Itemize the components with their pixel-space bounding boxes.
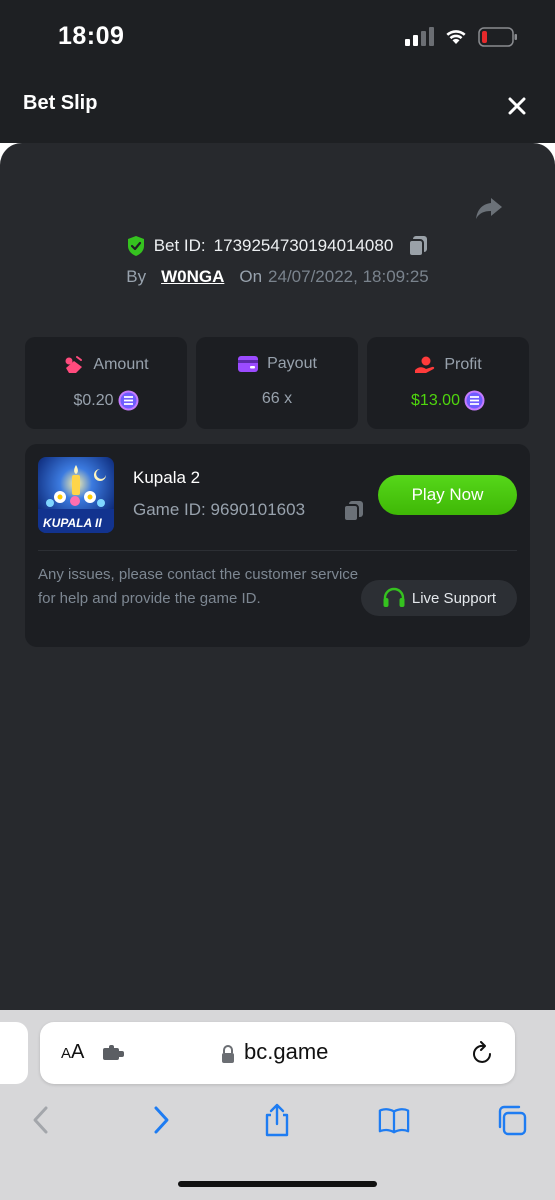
previous-tab-preview[interactable] bbox=[0, 1022, 28, 1084]
live-support-button[interactable]: Live Support bbox=[361, 580, 517, 616]
copy-icon[interactable] bbox=[407, 235, 429, 257]
divider bbox=[38, 550, 517, 551]
payout-card: Payout 66 x bbox=[196, 337, 358, 429]
game-id-row: Game ID: 9690101603 bbox=[133, 500, 305, 520]
url-text: bc.game bbox=[244, 1039, 329, 1064]
bet-date: 24/07/2022, 18:09:25 bbox=[268, 267, 429, 286]
amount-label: Amount bbox=[93, 356, 149, 373]
close-icon[interactable] bbox=[503, 92, 531, 120]
profit-label: Profit bbox=[444, 356, 482, 373]
thumbnail-title: KUPALA II bbox=[43, 516, 102, 530]
amount-card: Amount $0.20 bbox=[25, 337, 187, 429]
text-size-button[interactable]: AA bbox=[61, 1041, 84, 1064]
by-label: By bbox=[126, 267, 147, 286]
game-id-value: 9690101603 bbox=[210, 500, 306, 519]
bookmarks-icon[interactable] bbox=[378, 1103, 410, 1137]
play-now-button[interactable]: Play Now bbox=[378, 475, 517, 515]
shield-check-icon bbox=[127, 236, 144, 256]
aa-large: A bbox=[71, 1041, 85, 1063]
signal-icon bbox=[405, 27, 434, 46]
profit-value: $13.00 bbox=[411, 391, 460, 409]
game-thumbnail[interactable]: KUPALA II bbox=[38, 457, 114, 533]
tabs-icon[interactable] bbox=[496, 1103, 528, 1137]
on-label: On bbox=[239, 267, 263, 286]
extension-icon[interactable] bbox=[102, 1044, 126, 1064]
bet-id-label: Bet ID: bbox=[153, 236, 206, 255]
forward-icon[interactable] bbox=[145, 1103, 177, 1137]
payout-label: Payout bbox=[267, 355, 317, 372]
share-sheet-icon[interactable] bbox=[261, 1103, 293, 1137]
home-indicator bbox=[178, 1181, 377, 1187]
coin-icon bbox=[464, 390, 485, 411]
back-icon[interactable] bbox=[25, 1103, 57, 1137]
amount-icon bbox=[65, 356, 83, 373]
game-card: KUPALA II Kupala 2 Game ID: 9690101603 P… bbox=[25, 444, 530, 647]
username-link[interactable]: W0NGA bbox=[161, 267, 224, 287]
game-name: Kupala 2 bbox=[133, 468, 201, 487]
profit-icon bbox=[415, 356, 435, 373]
profit-card: Profit $13.00 bbox=[367, 337, 529, 429]
battery-low-icon bbox=[478, 27, 517, 47]
live-support-label: Live Support bbox=[411, 589, 497, 607]
support-note: Any issues, please contact the customer … bbox=[38, 566, 359, 607]
bet-id-value: 1739254730194014080 bbox=[213, 236, 394, 255]
lock-icon bbox=[222, 1045, 234, 1063]
kupala-thumbnail-image: KUPALA II bbox=[38, 457, 114, 533]
header: Bet Slip bbox=[0, 67, 555, 143]
bet-id-row: Bet ID: 1739254730194014080 bbox=[0, 232, 555, 260]
status-time: 18:09 bbox=[58, 22, 125, 50]
aa-small: A bbox=[61, 1045, 72, 1062]
reload-icon[interactable] bbox=[471, 1041, 495, 1067]
payout-icon bbox=[238, 356, 259, 372]
headset-icon bbox=[383, 587, 405, 607]
coin-icon bbox=[118, 390, 139, 411]
page-title: Bet Slip bbox=[23, 92, 98, 114]
share-icon[interactable] bbox=[474, 194, 504, 222]
copy-game-id-icon[interactable] bbox=[341, 499, 365, 523]
wifi-icon bbox=[446, 30, 466, 44]
amount-value: $0.20 bbox=[73, 391, 114, 409]
payout-value: 66 x bbox=[261, 390, 293, 407]
bet-author-row: By W0NGA On 24/07/2022, 18:09:25 bbox=[0, 264, 555, 290]
game-id-label: Game ID: bbox=[133, 500, 206, 519]
